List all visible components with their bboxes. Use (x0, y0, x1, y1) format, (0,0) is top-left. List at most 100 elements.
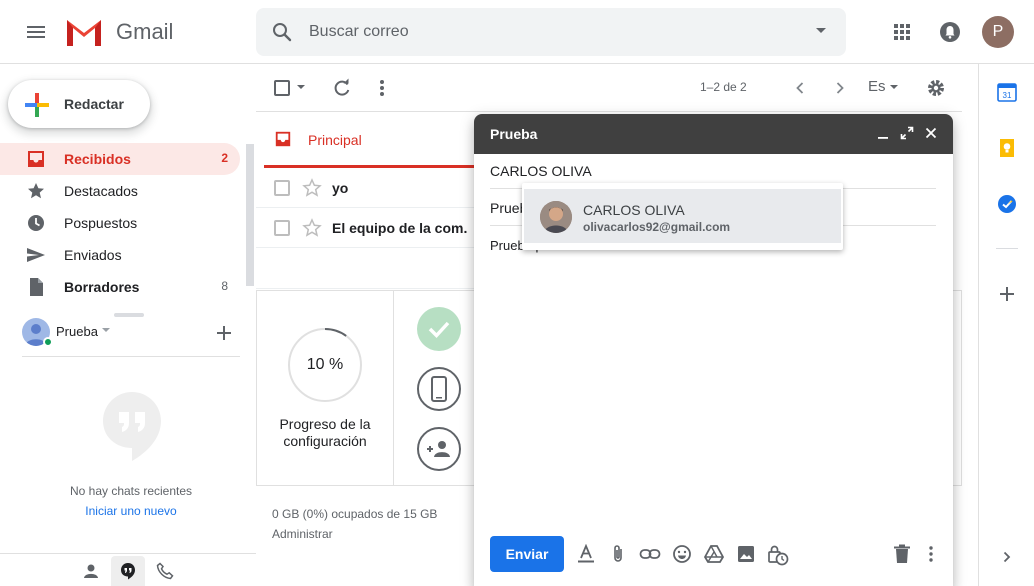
pagination-text: 1–2 de 2 (700, 80, 747, 94)
manage-storage-link[interactable]: Administrar (272, 527, 333, 541)
recipient-field[interactable]: CARLOS OLIVA (490, 163, 592, 179)
draft-count: 8 (221, 279, 228, 293)
tasks-check-icon[interactable] (997, 194, 1017, 214)
search-bar[interactable]: Buscar correo (256, 8, 846, 56)
plus-icon (24, 92, 50, 118)
row-checkbox[interactable] (274, 180, 290, 196)
sidebar-item-starred[interactable]: Destacados (0, 175, 240, 207)
sidebar-item-label: Destacados (64, 183, 138, 199)
empty-list-area (256, 249, 476, 289)
calendar-icon[interactable]: 31 (997, 82, 1017, 102)
divider (22, 356, 240, 357)
insert-link-icon[interactable] (639, 544, 661, 564)
setup-step-mobile-icon[interactable] (417, 367, 461, 411)
setup-progress-label: Progreso de la configuración (279, 416, 371, 449)
select-options-caret-icon[interactable] (297, 85, 305, 90)
tab-label: Principal (308, 132, 362, 148)
chevron-down-icon (102, 328, 110, 333)
chevron-down-icon[interactable] (890, 85, 898, 90)
sidebar-item-label: Enviados (64, 247, 122, 263)
contact-photo (540, 201, 572, 233)
input-language-selector[interactable]: Es (868, 78, 886, 95)
hangouts-chat-tab-icon[interactable] (111, 556, 145, 586)
contacts-person-icon[interactable] (82, 562, 100, 580)
storage-usage-text: 0 GB (0%) ocupados de 15 GB (272, 507, 438, 521)
start-chat-link[interactable]: Iniciar uno nuevo (0, 504, 262, 518)
star-icon[interactable] (302, 218, 322, 238)
search-input[interactable]: Buscar correo (309, 23, 409, 41)
svg-text:31: 31 (1003, 91, 1012, 100)
google-drive-icon[interactable] (704, 544, 724, 564)
divider (0, 553, 256, 554)
chevron-right-icon[interactable] (830, 78, 850, 98)
gear-icon[interactable] (926, 78, 946, 98)
tab-principal[interactable]: Principal (264, 112, 484, 168)
sender-name: El equipo de la com. (332, 220, 468, 236)
star-icon (26, 181, 46, 201)
chevron-right-icon[interactable] (1000, 550, 1014, 564)
row-checkbox[interactable] (274, 220, 290, 236)
unread-count: 2 (221, 151, 228, 165)
inbox-icon (274, 130, 292, 148)
inbox-icon (26, 149, 46, 169)
search-options-caret-icon[interactable] (816, 28, 826, 34)
draft-icon (26, 277, 46, 297)
divider (393, 290, 394, 486)
emoji-icon[interactable] (672, 544, 692, 564)
send-icon (26, 245, 46, 265)
fullscreen-icon[interactable] (900, 126, 914, 140)
table-row[interactable]: El equipo de la com. (256, 208, 476, 248)
attach-file-icon[interactable] (610, 544, 626, 564)
compose-label: Redactar (64, 96, 124, 112)
confidential-mode-icon[interactable] (767, 544, 789, 566)
compose-window-header[interactable]: Prueba (474, 114, 953, 154)
close-icon[interactable] (924, 126, 938, 140)
sidebar-item-label: Pospuestos (64, 215, 138, 231)
app-name: Gmail (116, 19, 174, 44)
sender-name: yo (332, 180, 349, 196)
new-chat-plus-icon[interactable] (215, 324, 233, 342)
gmail-logo-icon[interactable] (64, 16, 104, 48)
compose-button[interactable]: Redactar (8, 80, 150, 128)
more-options-icon[interactable] (922, 544, 940, 564)
send-button[interactable]: Enviar (490, 536, 564, 572)
discard-trash-icon[interactable] (893, 544, 911, 564)
sidebar-scrollbar[interactable] (246, 144, 254, 286)
setup-step-done-check-icon[interactable] (417, 307, 461, 351)
contact-name: CARLOS OLIVA (583, 202, 685, 218)
compose-window-title: Prueba (490, 126, 538, 142)
online-status-dot (43, 337, 53, 347)
refresh-icon[interactable] (332, 78, 352, 98)
sidebar-item-label: Recibidos (64, 151, 131, 167)
star-icon[interactable] (302, 178, 322, 198)
no-chats-text: No hay chats recientes (69, 484, 193, 498)
notifications-bell-icon[interactable] (938, 20, 962, 44)
main-menu-icon[interactable] (24, 20, 48, 44)
more-vert-icon[interactable] (372, 78, 392, 98)
sidebar-item-sent[interactable]: Enviados (0, 239, 240, 271)
contact-email: olivacarlos92@gmail.com (583, 220, 731, 234)
text-formatting-icon[interactable] (577, 544, 595, 564)
hangouts-user-name: Prueba (56, 324, 98, 339)
setup-progress-percent: 10 % (306, 356, 344, 373)
select-all-checkbox[interactable] (274, 80, 290, 96)
phone-icon[interactable] (156, 562, 174, 580)
sidebar-item-label: Borradores (64, 279, 140, 295)
chevron-left-icon[interactable] (790, 78, 810, 98)
add-addon-plus-icon[interactable] (997, 284, 1017, 304)
contact-suggestion[interactable]: CARLOS OLIVA olivacarlos92@gmail.com (524, 189, 841, 243)
apps-grid-icon[interactable] (890, 20, 914, 44)
clock-icon (26, 213, 46, 233)
sidebar-item-inbox[interactable]: Recibidos 2 (0, 143, 240, 175)
table-row[interactable]: yo (256, 168, 476, 208)
divider (996, 248, 1018, 249)
insert-photo-icon[interactable] (736, 544, 756, 564)
minimize-icon[interactable] (876, 127, 890, 141)
search-icon[interactable] (270, 20, 294, 44)
setup-step-add-contact-icon[interactable] (417, 427, 461, 471)
resize-handle[interactable] (114, 313, 144, 317)
account-avatar[interactable]: P (982, 16, 1014, 48)
sidebar-item-drafts[interactable]: Borradores 8 (0, 271, 240, 303)
keep-bulb-icon[interactable] (997, 138, 1017, 158)
sidebar-item-snoozed[interactable]: Pospuestos (0, 207, 240, 239)
